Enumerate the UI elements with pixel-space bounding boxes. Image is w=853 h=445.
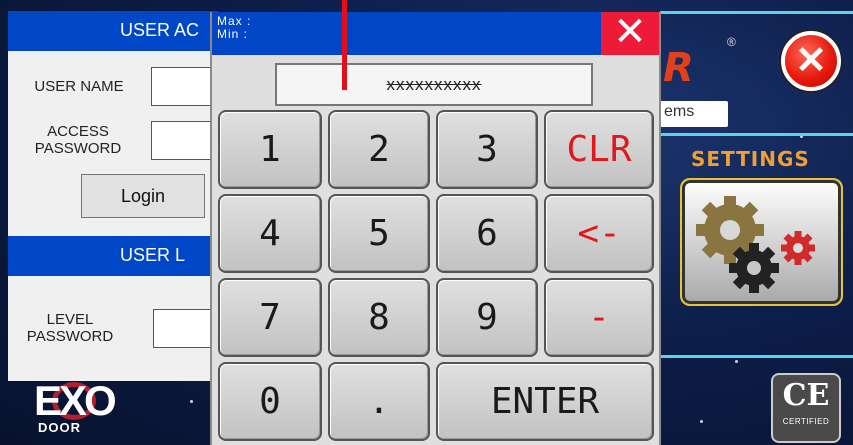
key-1[interactable]: 1 bbox=[218, 110, 322, 189]
brand-logo: R bbox=[663, 45, 694, 91]
app-close-button[interactable]: ✕ bbox=[781, 31, 841, 91]
logo-text: EXO bbox=[34, 377, 117, 424]
login-button[interactable]: Login bbox=[81, 174, 205, 218]
key-5[interactable]: 5 bbox=[328, 194, 430, 273]
keypad-limits: Max : Min : bbox=[217, 14, 251, 42]
key-8[interactable]: 8 bbox=[328, 278, 430, 357]
min-label: Min : bbox=[217, 27, 249, 42]
ce-mark: CE bbox=[782, 378, 830, 413]
user-name-label: USER NAME bbox=[34, 78, 124, 95]
key-3[interactable]: 3 bbox=[436, 110, 538, 189]
ce-certified-badge: CE CERTIFIED bbox=[771, 373, 841, 443]
login-panel: USER AC USER NAME ACCESS PASSWORD Login … bbox=[8, 11, 221, 381]
backspace-key[interactable]: <- bbox=[544, 194, 654, 273]
keypad-close-button[interactable]: ✕ bbox=[601, 12, 659, 55]
level-password-label: LEVEL PASSWORD bbox=[26, 311, 114, 346]
close-icon: ✕ bbox=[613, 10, 647, 54]
key-6[interactable]: 6 bbox=[436, 194, 538, 273]
user-access-header: USER AC bbox=[8, 11, 218, 51]
masked-value: xxxxxxxxxx bbox=[386, 74, 482, 94]
divider-line bbox=[660, 133, 853, 136]
numeric-keypad-dialog: Max : Min : ✕ xxxxxxxxxx 1 2 3 CLR 4 5 6… bbox=[210, 12, 661, 445]
ce-caption: CERTIFIED bbox=[782, 417, 830, 426]
key-0[interactable]: 0 bbox=[218, 362, 322, 441]
key-9[interactable]: 9 bbox=[436, 278, 538, 357]
settings-label: SETTINGS bbox=[691, 147, 810, 171]
decimal-key[interactable]: . bbox=[328, 362, 430, 441]
access-password-label: ACCESS PASSWORD bbox=[34, 123, 122, 158]
exo-door-logo: EXO DOOR bbox=[28, 380, 132, 442]
hmi-screen: R ® ✕ ems SETTINGS CE CERTIFIED EXO DOOR… bbox=[0, 0, 853, 445]
star-decoration bbox=[735, 360, 738, 363]
keypad-header: Max : Min : ✕ bbox=[212, 12, 659, 55]
star-decoration bbox=[190, 400, 193, 403]
keypad-display: xxxxxxxxxx bbox=[275, 63, 593, 106]
registered-mark: ® bbox=[727, 35, 736, 49]
clear-key[interactable]: CLR bbox=[544, 110, 654, 189]
minus-key[interactable]: - bbox=[544, 278, 654, 357]
user-level-header: USER L bbox=[8, 236, 218, 276]
pointer-marker bbox=[342, 0, 347, 90]
close-icon: ✕ bbox=[795, 40, 827, 82]
divider-line bbox=[660, 11, 853, 14]
divider-line bbox=[660, 355, 853, 358]
key-7[interactable]: 7 bbox=[218, 278, 322, 357]
star-decoration bbox=[700, 420, 703, 423]
logo-subtext: DOOR bbox=[38, 420, 81, 435]
gears-icon bbox=[696, 196, 815, 293]
enter-key[interactable]: ENTER bbox=[436, 362, 654, 441]
key-2[interactable]: 2 bbox=[328, 110, 430, 189]
key-4[interactable]: 4 bbox=[218, 194, 322, 273]
settings-button[interactable] bbox=[680, 178, 843, 306]
system-tag: ems bbox=[660, 101, 728, 127]
